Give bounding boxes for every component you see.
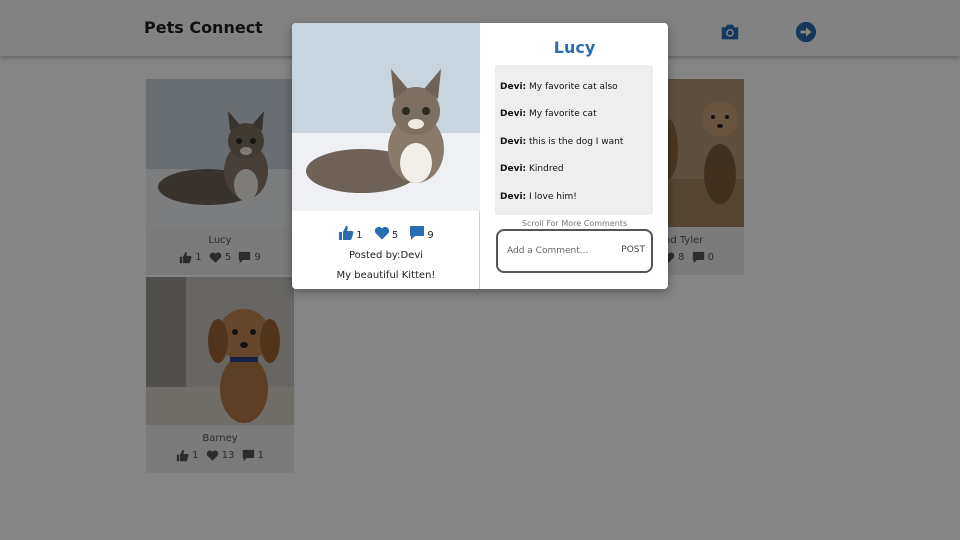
modal-right-panel: Lucy Devi: My favorite cat also Devi: My… [481, 23, 668, 289]
comments-count: 9 [427, 230, 434, 241]
hearts-count: 5 [391, 230, 399, 241]
comment-input[interactable] [507, 244, 607, 258]
post-stats: 1 5 9 [292, 225, 480, 244]
comment-icon[interactable] [409, 225, 425, 241]
pet-title: Lucy [553, 38, 596, 57]
comment-form: POST [496, 229, 653, 273]
comment-item: Devi: this is the dog I want [500, 137, 623, 147]
comment-text: Kindred [529, 164, 564, 174]
comments-list[interactable]: Devi: My favorite cat also Devi: My favo… [495, 65, 653, 215]
post-button[interactable]: POST [621, 245, 645, 255]
post-detail-modal: 1 5 9 Posted by:Devi My beautiful Kitten… [292, 23, 668, 289]
posted-by: Posted by:Devi [348, 250, 424, 261]
comment-item: Devi: Kindred [500, 164, 564, 174]
comment-user: Devi: [500, 192, 527, 202]
modal-left-panel: 1 5 9 Posted by:Devi My beautiful Kitten… [292, 23, 480, 289]
heart-icon[interactable] [374, 225, 390, 241]
comment-user: Devi: [500, 137, 527, 147]
comment-item: Devi: My favorite cat also [500, 82, 618, 92]
comment-text: I love him! [529, 192, 577, 202]
scroll-hint: Scroll For More Comments [521, 219, 628, 228]
comment-user: Devi: [500, 164, 527, 174]
comment-item: Devi: I love him! [500, 192, 577, 202]
cat-photo [292, 23, 480, 211]
comment-user: Devi: [500, 82, 527, 92]
post-caption: My beautiful Kitten! [336, 270, 436, 281]
comment-user: Devi: [500, 109, 527, 119]
comment-text: My favorite cat also [529, 82, 618, 92]
thumbs-up-icon[interactable] [338, 225, 354, 241]
comment-item: Devi: My favorite cat [500, 109, 597, 119]
comment-text: My favorite cat [529, 109, 597, 119]
comment-text: this is the dog I want [529, 137, 624, 147]
likes-count: 1 [356, 230, 363, 241]
